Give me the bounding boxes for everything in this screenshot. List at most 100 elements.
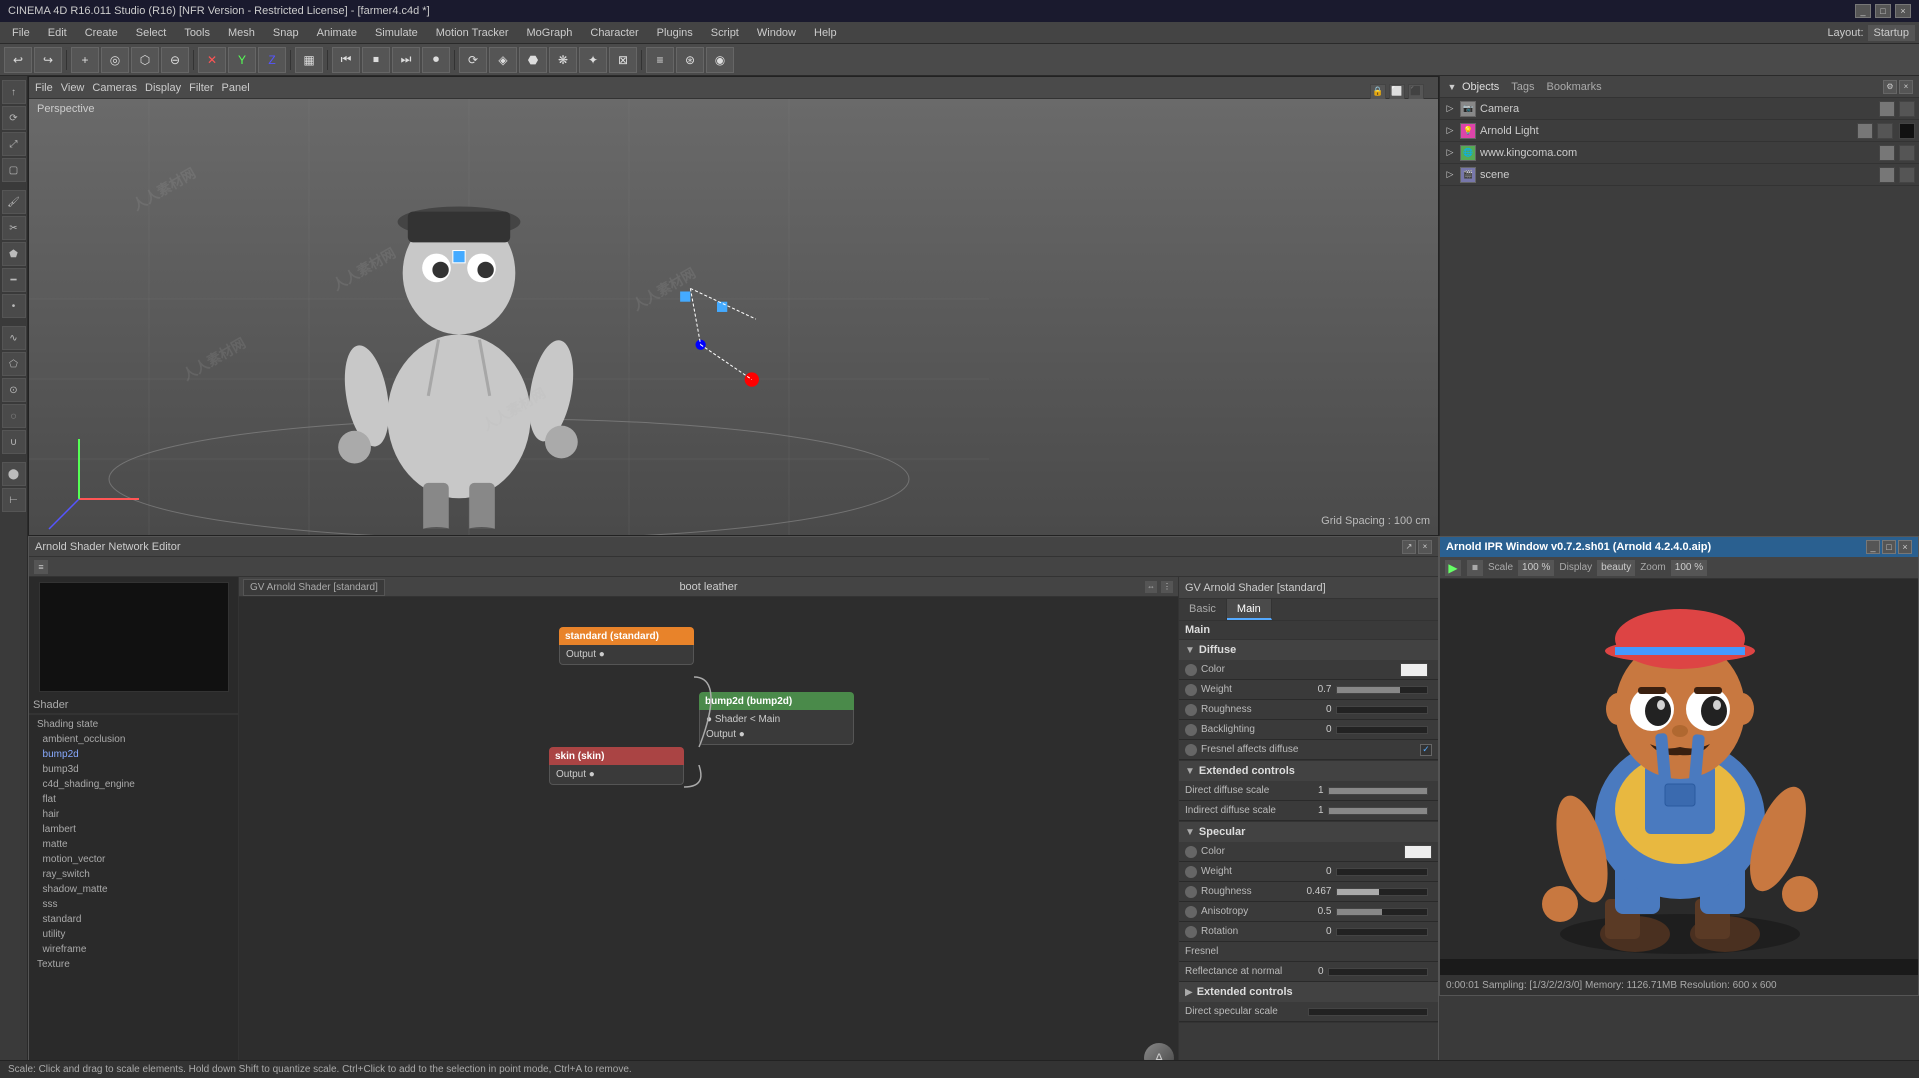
arnold-light-visibility-toggle[interactable] bbox=[1857, 123, 1873, 139]
play-prev-button[interactable]: ⏹ bbox=[362, 47, 390, 73]
menu-character[interactable]: Character bbox=[582, 25, 646, 41]
objects-item-scene[interactable]: ▷ 🎬 scene bbox=[1440, 164, 1919, 186]
tool-rotate[interactable]: ⟳ bbox=[459, 47, 487, 73]
shader-editor-close-icon[interactable]: × bbox=[1418, 540, 1432, 554]
menu-snap[interactable]: Snap bbox=[265, 25, 307, 41]
left-tool-measure[interactable]: ⊢ bbox=[2, 488, 26, 512]
shader-item-shadow-matte[interactable]: shadow_matte bbox=[29, 882, 238, 897]
asp-specular-roughness-slider[interactable] bbox=[1336, 888, 1429, 896]
shader-item-ray-switch[interactable]: ray_switch bbox=[29, 867, 238, 882]
shader-item-flat[interactable]: flat bbox=[29, 792, 238, 807]
menu-motion-tracker[interactable]: Motion Tracker bbox=[428, 25, 517, 41]
ipr-play-button[interactable]: ▶ bbox=[1444, 559, 1462, 577]
asp-rotation-slider[interactable] bbox=[1336, 928, 1429, 936]
arnold-light-render-toggle[interactable] bbox=[1877, 123, 1893, 139]
shader-item-hair[interactable]: hair bbox=[29, 807, 238, 822]
shader-item-utility[interactable]: utility bbox=[29, 927, 238, 942]
shader-item-sss[interactable]: sss bbox=[29, 897, 238, 912]
asp-diffuse-fresnel-checkbox[interactable]: ✓ bbox=[1420, 744, 1432, 756]
new-object-button[interactable]: + bbox=[71, 47, 99, 73]
menu-create[interactable]: Create bbox=[77, 25, 126, 41]
viewport[interactable]: File View Cameras Display Filter Panel 🔒… bbox=[28, 76, 1439, 536]
camera-expand-icon[interactable]: ▷ bbox=[1444, 103, 1456, 115]
left-tool-point[interactable]: • bbox=[2, 294, 26, 318]
menu-file[interactable]: File bbox=[4, 25, 38, 41]
arnold-light-expand-icon[interactable]: ▷ bbox=[1444, 125, 1456, 137]
camera-render-toggle[interactable] bbox=[1899, 101, 1915, 117]
shader-node-standard[interactable]: standard (standard) Output ● bbox=[559, 627, 694, 665]
close-button[interactable]: × bbox=[1895, 4, 1911, 18]
asp-specular-header[interactable]: ▼ Specular bbox=[1179, 822, 1438, 842]
ipr-close-button[interactable]: × bbox=[1898, 540, 1912, 554]
asp-extended-header[interactable]: ▼ Extended controls bbox=[1179, 761, 1438, 781]
asp-extended2-header[interactable]: ▶ Extended controls bbox=[1179, 982, 1438, 1002]
shader-item-motion-vector[interactable]: motion_vector bbox=[29, 852, 238, 867]
left-tool-magnet[interactable]: ∪ bbox=[2, 430, 26, 454]
asp-diffuse-backlighting-slider[interactable] bbox=[1336, 726, 1429, 734]
tool-y[interactable]: Y bbox=[228, 47, 256, 73]
menu-mograph[interactable]: MoGraph bbox=[519, 25, 581, 41]
ipr-render-area[interactable] bbox=[1440, 579, 1918, 975]
ipr-maximize-button[interactable]: □ bbox=[1882, 540, 1896, 554]
kingcoma-expand-icon[interactable]: ▷ bbox=[1444, 147, 1456, 159]
shader-item-matte[interactable]: matte bbox=[29, 837, 238, 852]
shader-item-bump2d[interactable]: bump2d bbox=[29, 747, 238, 762]
left-tool-edge[interactable]: ━ bbox=[2, 268, 26, 292]
left-tool-polygon[interactable]: ⬟ bbox=[2, 242, 26, 266]
asp-specular-weight-slider[interactable] bbox=[1336, 868, 1429, 876]
tool-star[interactable]: ❋ bbox=[549, 47, 577, 73]
kingcoma-render-toggle[interactable] bbox=[1899, 145, 1915, 161]
shader-item-wireframe[interactable]: wireframe bbox=[29, 942, 238, 957]
kingcoma-visibility-toggle[interactable] bbox=[1879, 145, 1895, 161]
tool-diamond[interactable]: ✦ bbox=[579, 47, 607, 73]
play-next-button[interactable]: ⏭ bbox=[392, 47, 420, 73]
left-tool-weight[interactable]: ⊙ bbox=[2, 378, 26, 402]
left-tool-move[interactable]: ↑ bbox=[2, 80, 26, 104]
left-tool-sculpt[interactable]: ⬠ bbox=[2, 352, 26, 376]
asp-tab-main[interactable]: Main bbox=[1227, 599, 1272, 620]
canvas-toolbar-icon2[interactable]: ⋮ bbox=[1160, 580, 1174, 594]
vp-menu-panel[interactable]: Panel bbox=[222, 82, 250, 94]
menu-edit[interactable]: Edit bbox=[40, 25, 75, 41]
objects-item-arnold-light[interactable]: ▷ 💡 Arnold Light bbox=[1440, 120, 1919, 142]
shader-item-c4d-shading[interactable]: c4d_shading_engine bbox=[29, 777, 238, 792]
maximize-button[interactable]: □ bbox=[1875, 4, 1891, 18]
asp-diffuse-color-swatch[interactable] bbox=[1400, 663, 1428, 677]
asp-tab-basic[interactable]: Basic bbox=[1179, 599, 1227, 620]
redo-button[interactable]: ↪ bbox=[34, 47, 62, 73]
shader-item-bump3d[interactable]: bump3d bbox=[29, 762, 238, 777]
tool-circle[interactable]: ◎ bbox=[101, 47, 129, 73]
left-tool-paint[interactable]: 🖌 bbox=[2, 190, 26, 214]
tool-hex[interactable]: ⬡ bbox=[131, 47, 159, 73]
ipr-minimize-button[interactable]: _ bbox=[1866, 540, 1880, 554]
vp-menu-file[interactable]: File bbox=[35, 82, 53, 94]
tool-view[interactable]: ◈ bbox=[489, 47, 517, 73]
asp-direct-diffuse-slider[interactable] bbox=[1328, 787, 1429, 795]
shader-canvas[interactable]: boot leather ⇔ ⋮ standard (standard) bbox=[239, 577, 1178, 1077]
menu-tools[interactable]: Tools bbox=[176, 25, 218, 41]
ipr-stop-button[interactable]: ⏹ bbox=[1466, 559, 1484, 577]
objects-panel-expand[interactable]: ▼ bbox=[1446, 81, 1458, 93]
viewport-canvas[interactable]: Perspective bbox=[29, 99, 1438, 535]
undo-button[interactable]: ↩ bbox=[4, 47, 32, 73]
menu-script[interactable]: Script bbox=[703, 25, 747, 41]
shader-item-standard[interactable]: standard bbox=[29, 912, 238, 927]
vp-menu-cameras[interactable]: Cameras bbox=[92, 82, 137, 94]
tool-hex2[interactable]: ⬣ bbox=[519, 47, 547, 73]
camera-visibility-toggle[interactable] bbox=[1879, 101, 1895, 117]
tool-z[interactable]: Z bbox=[258, 47, 286, 73]
asp-diffuse-weight-slider[interactable] bbox=[1336, 686, 1429, 694]
objects-item-kingcoma[interactable]: ▷ 🌐 www.kingcoma.com bbox=[1440, 142, 1919, 164]
menu-animate[interactable]: Animate bbox=[309, 25, 365, 41]
shader-node-skin[interactable]: skin (skin) Output ● bbox=[549, 747, 684, 785]
play-start-button[interactable]: ⏮ bbox=[332, 47, 360, 73]
shader-node-bump2d[interactable]: bump2d (bump2d) ● Shader < Main Output ● bbox=[699, 692, 854, 745]
shader-item-ambient-occlusion[interactable]: ambient_occlusion bbox=[29, 732, 238, 747]
tool-cog[interactable]: ⊛ bbox=[676, 47, 704, 73]
viewport-expand-icon[interactable]: ⬜ bbox=[1389, 84, 1405, 100]
asp-diffuse-roughness-slider[interactable] bbox=[1336, 706, 1429, 714]
shader-editor-detach-icon[interactable]: ↗ bbox=[1402, 540, 1416, 554]
objects-panel-menu-bookmarks[interactable]: Bookmarks bbox=[1547, 81, 1602, 93]
scene-visibility-toggle[interactable] bbox=[1879, 167, 1895, 183]
asp-diffuse-header[interactable]: ▼ Diffuse bbox=[1179, 640, 1438, 660]
